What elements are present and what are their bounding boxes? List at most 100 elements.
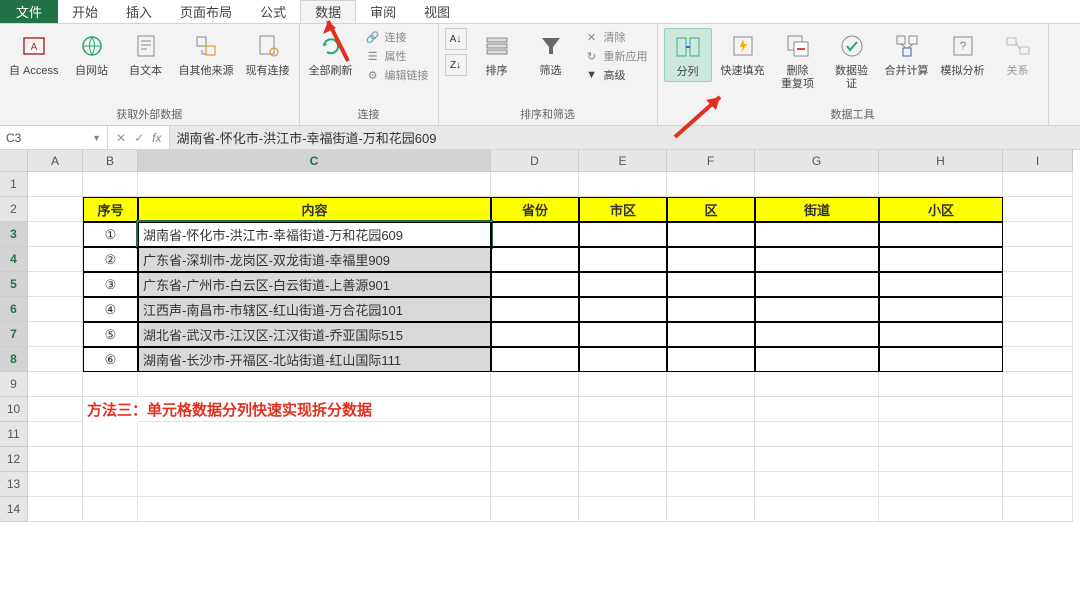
cell[interactable] [579, 347, 667, 372]
btn-consolidate[interactable]: 合并计算 [882, 28, 932, 80]
cell[interactable] [28, 247, 83, 272]
cell[interactable] [667, 447, 755, 472]
row-header[interactable]: 6 [0, 297, 28, 322]
cell[interactable] [83, 447, 138, 472]
cell[interactable] [579, 297, 667, 322]
cell[interactable]: 方法三：单元格数据分列快速实现拆分数据 [83, 397, 138, 422]
fx-icon[interactable]: fx [152, 131, 161, 145]
btn-existing-conn[interactable]: 现有连接 [243, 28, 293, 80]
row-header[interactable]: 4 [0, 247, 28, 272]
cell[interactable] [755, 347, 879, 372]
cell[interactable] [755, 222, 879, 247]
cell[interactable] [667, 397, 755, 422]
cell[interactable] [667, 297, 755, 322]
btn-sort[interactable]: 排序 [473, 28, 521, 80]
cell[interactable] [667, 247, 755, 272]
cell[interactable] [667, 372, 755, 397]
cell[interactable]: 内容 [138, 197, 491, 222]
col-header[interactable]: B [83, 150, 138, 172]
cell[interactable] [1003, 272, 1073, 297]
cell[interactable] [755, 247, 879, 272]
cell[interactable] [1003, 447, 1073, 472]
cell[interactable] [579, 322, 667, 347]
cell[interactable]: 江西声-南昌市-市辖区-红山街道-万合花园101 [138, 297, 491, 322]
btn-from-access[interactable]: A 自 Access [6, 28, 62, 80]
tab-insert[interactable]: 插入 [112, 0, 166, 23]
cell[interactable] [83, 472, 138, 497]
btn-relation[interactable]: 关系 [994, 28, 1042, 80]
cell[interactable] [28, 272, 83, 297]
cell[interactable] [879, 297, 1003, 322]
tab-view[interactable]: 视图 [410, 0, 464, 23]
cell[interactable] [667, 222, 755, 247]
cell[interactable] [491, 372, 579, 397]
cell[interactable] [755, 322, 879, 347]
cell[interactable] [83, 422, 138, 447]
cell[interactable]: ⑤ [83, 322, 138, 347]
cell[interactable] [1003, 397, 1073, 422]
cell[interactable] [1003, 222, 1073, 247]
col-header[interactable]: A [28, 150, 83, 172]
col-header[interactable]: H [879, 150, 1003, 172]
cell[interactable] [491, 397, 579, 422]
cell[interactable] [879, 322, 1003, 347]
cell[interactable] [579, 447, 667, 472]
row-header[interactable]: 13 [0, 472, 28, 497]
cell[interactable] [1003, 322, 1073, 347]
cell[interactable] [755, 272, 879, 297]
cell[interactable] [667, 422, 755, 447]
cell[interactable] [1003, 497, 1073, 522]
btn-whatif[interactable]: ? 模拟分析 [938, 28, 988, 80]
btn-from-web[interactable]: 自网站 [68, 28, 116, 80]
cell[interactable] [879, 222, 1003, 247]
cell[interactable] [1003, 247, 1073, 272]
cell[interactable] [879, 397, 1003, 422]
btn-remove-dup[interactable]: 删除 重复项 [774, 28, 822, 93]
cell[interactable] [138, 372, 491, 397]
btn-advanced[interactable]: ▼高级 [581, 66, 651, 84]
name-box[interactable]: C3▼ [0, 126, 108, 149]
cell[interactable]: 广东省-广州市-白云区-白云街道-上善源901 [138, 272, 491, 297]
cell[interactable] [138, 447, 491, 472]
cell[interactable] [579, 247, 667, 272]
cell[interactable] [28, 397, 83, 422]
col-header[interactable]: D [491, 150, 579, 172]
cell[interactable]: ④ [83, 297, 138, 322]
btn-clear[interactable]: ✕清除 [581, 28, 651, 46]
cell[interactable] [28, 222, 83, 247]
cell[interactable] [491, 447, 579, 472]
btn-connections[interactable]: 🔗连接 [362, 28, 432, 46]
row-header[interactable]: 8 [0, 347, 28, 372]
cell[interactable] [879, 472, 1003, 497]
cell[interactable] [579, 422, 667, 447]
cell[interactable] [879, 372, 1003, 397]
btn-reapply[interactable]: ↻重新应用 [581, 47, 651, 65]
tab-review[interactable]: 审阅 [356, 0, 410, 23]
col-header[interactable]: I [1003, 150, 1073, 172]
formula-input[interactable]: 湖南省-怀化市-洪江市-幸福街道-万和花园609 [170, 126, 1080, 149]
cell[interactable]: 小区 [879, 197, 1003, 222]
cell[interactable]: 湖南省-长沙市-开福区-北站街道-红山国际111 [138, 347, 491, 372]
row-header[interactable]: 5 [0, 272, 28, 297]
cell[interactable] [138, 172, 491, 197]
btn-properties[interactable]: ☰属性 [362, 47, 432, 65]
cell[interactable] [879, 497, 1003, 522]
cell[interactable] [579, 397, 667, 422]
cell[interactable] [28, 447, 83, 472]
cell[interactable] [879, 447, 1003, 472]
enter-icon[interactable]: ✓ [134, 131, 144, 145]
col-header[interactable]: E [579, 150, 667, 172]
cell[interactable] [83, 497, 138, 522]
cell[interactable] [755, 447, 879, 472]
cell[interactable] [879, 247, 1003, 272]
cell[interactable] [667, 272, 755, 297]
cell[interactable] [138, 422, 491, 447]
cell[interactable] [667, 322, 755, 347]
tab-layout[interactable]: 页面布局 [166, 0, 246, 23]
cell[interactable] [579, 172, 667, 197]
cell[interactable] [138, 472, 491, 497]
cell[interactable] [491, 172, 579, 197]
cell[interactable] [491, 222, 579, 247]
btn-from-other[interactable]: 自其他来源 [176, 28, 237, 80]
tab-file[interactable]: 文件 [0, 0, 58, 23]
